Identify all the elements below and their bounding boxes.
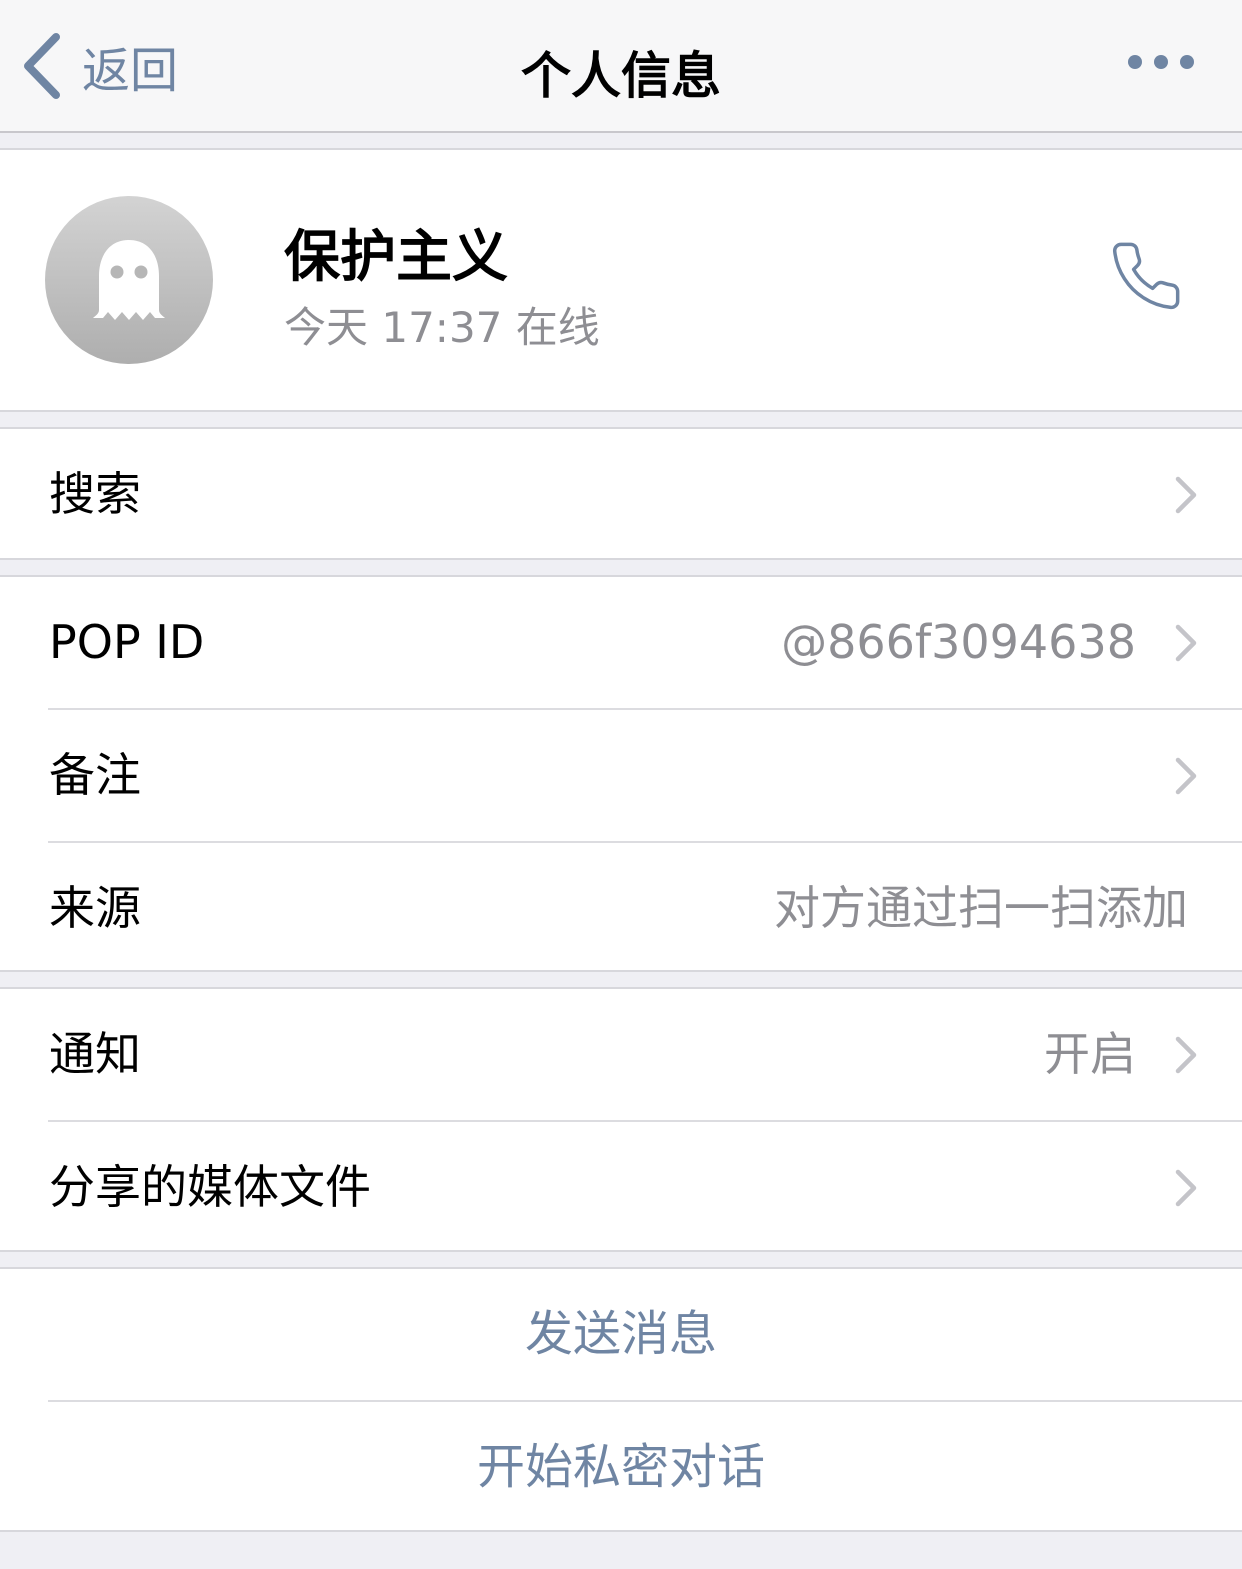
ellipsis-icon <box>1180 55 1194 69</box>
ellipsis-icon <box>1154 55 1168 69</box>
search-section: 搜索 <box>0 427 1242 560</box>
search-row[interactable]: 搜索 <box>0 429 1242 560</box>
profile-card: 保护主义 今天 17:37 在线 <box>0 148 1242 412</box>
source-label: 来源 <box>49 881 141 935</box>
ellipsis-icon <box>1128 55 1142 69</box>
action-section: 发送消息 开始私密对话 <box>0 1267 1242 1532</box>
notification-section: 通知 开启 分享的媒体文件 <box>0 987 1242 1252</box>
shared-media-row[interactable]: 分享的媒体文件 <box>0 1122 1242 1253</box>
page-title: 个人信息 <box>521 47 721 105</box>
chevron-right-icon <box>1175 1036 1197 1074</box>
source-value: 对方通过扫一扫添加 <box>774 881 1188 935</box>
more-button[interactable] <box>1128 55 1194 69</box>
last-seen-status: 今天 17:37 在线 <box>284 303 600 352</box>
ghost-icon <box>93 240 165 320</box>
phone-icon <box>1112 242 1180 310</box>
chevron-right-icon <box>1175 476 1197 514</box>
notification-row[interactable]: 通知 开启 <box>0 989 1242 1120</box>
secret-chat-label: 开始私密对话 <box>476 1439 765 1495</box>
pop-id-row[interactable]: POP ID @866f3094638 <box>0 577 1242 708</box>
chevron-right-icon <box>1175 624 1197 662</box>
avatar[interactable] <box>45 196 213 364</box>
pop-id-value: @866f3094638 <box>781 615 1136 669</box>
note-label: 备注 <box>49 748 141 802</box>
search-label: 搜索 <box>49 467 141 521</box>
pop-id-label: POP ID <box>49 615 205 669</box>
navigation-bar: 返回 个人信息 <box>0 0 1242 133</box>
notification-label: 通知 <box>49 1027 141 1081</box>
info-section: POP ID @866f3094638 备注 来源 对方通过扫一扫添加 <box>0 575 1242 972</box>
call-button[interactable] <box>1108 238 1184 314</box>
note-row[interactable]: 备注 <box>0 710 1242 841</box>
source-row: 来源 对方通过扫一扫添加 <box>0 843 1242 974</box>
shared-media-label: 分享的媒体文件 <box>49 1160 371 1214</box>
profile-name: 保护主义 <box>284 225 508 290</box>
send-message-label: 发送消息 <box>524 1306 717 1362</box>
notification-value: 开启 <box>1044 1027 1136 1081</box>
chevron-right-icon <box>1175 757 1197 795</box>
chevron-right-icon <box>1175 1169 1197 1207</box>
send-message-button[interactable]: 发送消息 <box>0 1269 1242 1400</box>
secret-chat-button[interactable]: 开始私密对话 <box>0 1402 1242 1533</box>
